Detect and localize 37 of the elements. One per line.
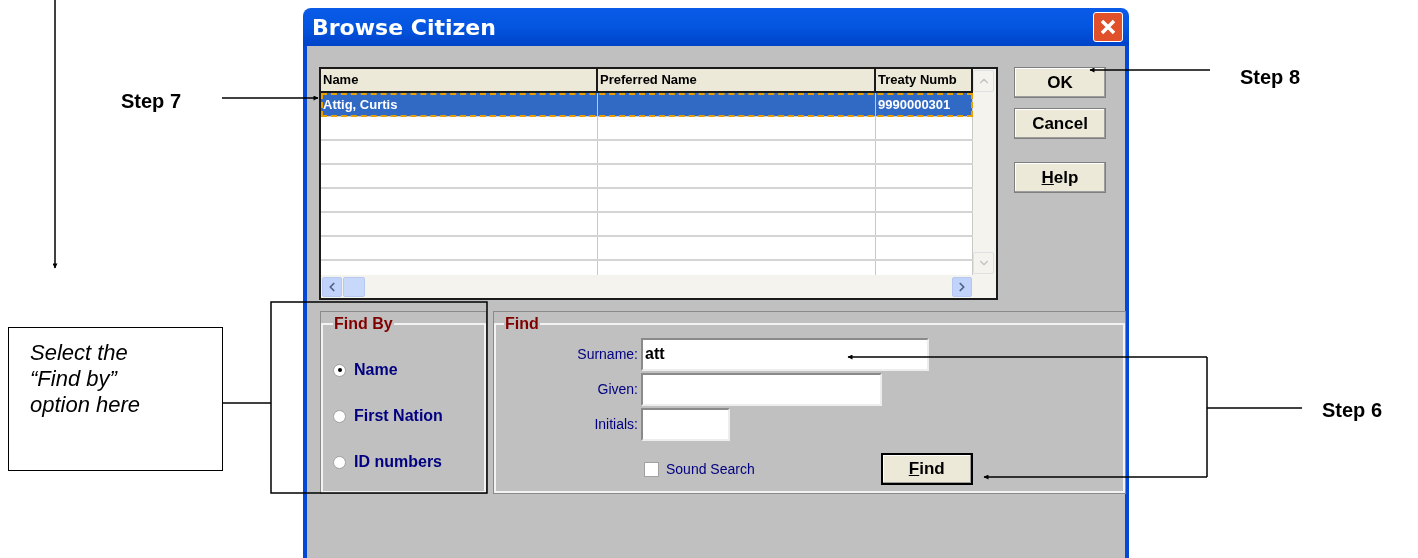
column-header[interactable]: Name xyxy=(321,69,598,91)
step-label: Step 6 xyxy=(1322,398,1383,423)
find-button[interactable]: Find xyxy=(880,453,973,485)
scroll-right-icon[interactable] xyxy=(952,276,972,297)
scroll-thumb[interactable] xyxy=(343,276,365,297)
table-cell: Attig, Curtis xyxy=(323,97,398,112)
scroll-left-icon[interactable] xyxy=(322,276,342,297)
table-cell: 9990000301 xyxy=(878,97,951,112)
radio-button[interactable] xyxy=(333,409,346,423)
step-label: Step 8 xyxy=(1240,65,1301,90)
radio-label[interactable]: First Nation xyxy=(354,404,443,428)
radio-label[interactable]: Name xyxy=(354,358,398,382)
table-row[interactable]: Attig, Curtis 9990000301 xyxy=(321,93,973,117)
step-label: Step 7 xyxy=(121,89,182,114)
radio-button[interactable] xyxy=(333,455,346,469)
checkbox-label[interactable]: Sound Search xyxy=(666,458,755,480)
text-field[interactable]: att xyxy=(641,338,929,371)
checkbox[interactable] xyxy=(644,461,659,477)
dialog-button[interactable]: Help xyxy=(1014,162,1106,193)
field-label: Surname: xyxy=(576,345,639,364)
radio-label[interactable]: ID numbers xyxy=(354,450,442,474)
window-title: Browse Citizen xyxy=(312,13,496,42)
close-icon[interactable] xyxy=(1093,12,1123,42)
text-field[interactable] xyxy=(641,373,882,406)
column-header[interactable]: Preferred Name xyxy=(598,69,876,91)
field-label: Given: xyxy=(596,380,639,399)
callout-text: Select the “Find by” option here xyxy=(30,340,142,418)
scroll-up-icon[interactable] xyxy=(973,70,994,92)
field-label: Initials: xyxy=(593,415,639,434)
radio-button[interactable] xyxy=(333,363,346,377)
group-title: Find xyxy=(504,314,540,334)
vertical-scrollbar[interactable] xyxy=(973,69,996,298)
horizontal-scrollbar[interactable] xyxy=(321,275,973,298)
dialog-button[interactable]: Cancel xyxy=(1014,108,1106,139)
group-title: Find By xyxy=(333,314,394,334)
dialog-button[interactable]: OK xyxy=(1014,67,1106,98)
text-field[interactable] xyxy=(641,408,730,441)
